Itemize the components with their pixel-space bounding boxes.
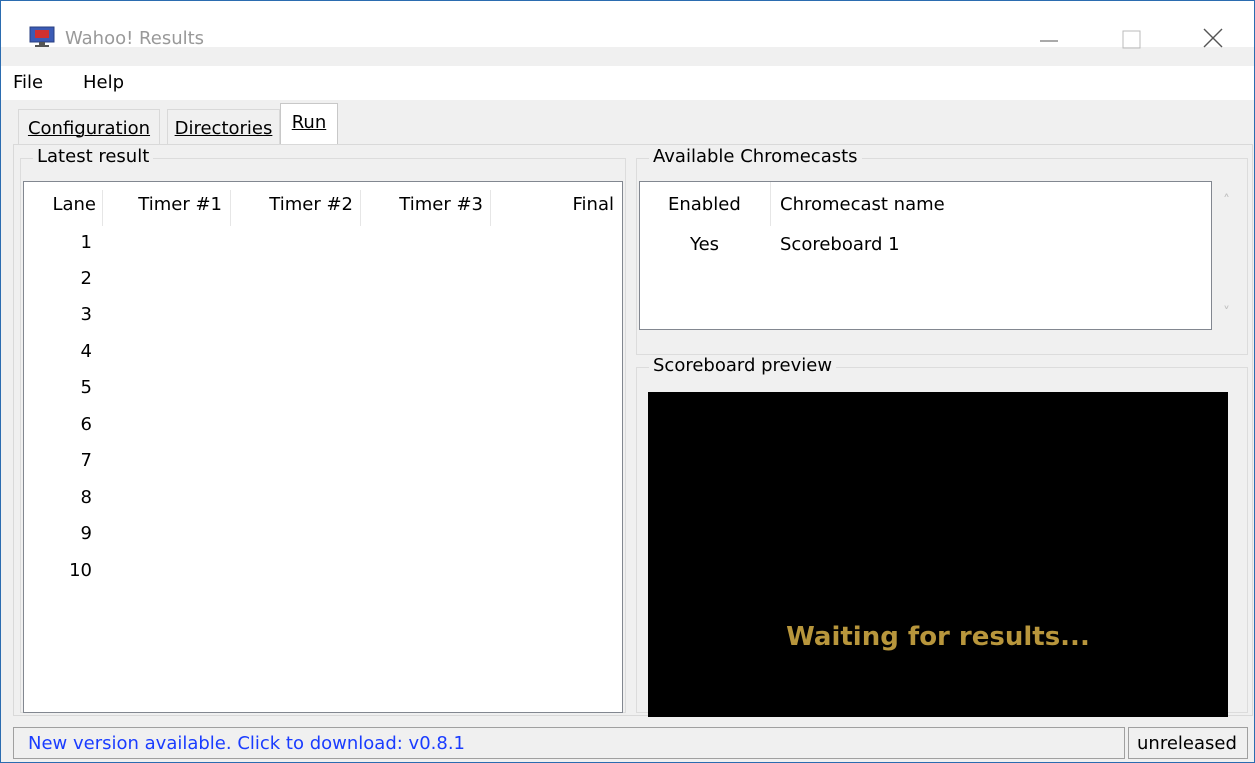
tab-configuration-label: Configuration <box>27 118 151 139</box>
chromecast-list[interactable]: Enabled Chromecast name Yes Scoreboard 1 <box>639 181 1212 330</box>
version-status: unreleased <box>1128 727 1248 759</box>
results-table[interactable]: Lane Timer #1 Timer #2 Timer #3 Final 1 … <box>23 181 623 713</box>
tab-configuration[interactable]: Configuration <box>18 109 160 144</box>
column-header-lane[interactable]: Lane <box>34 194 96 215</box>
run-tab-panel: Latest result Lane Timer #1 Timer #2 Tim… <box>13 144 1253 717</box>
chromecasts-group: Available Chromecasts Enabled Chromecast… <box>636 146 1248 355</box>
lane-cell: 3 <box>80 304 92 325</box>
lane-cell: 8 <box>80 487 92 508</box>
status-bar: New version available. Click to download… <box>13 727 1125 759</box>
close-icon[interactable] <box>1184 15 1244 55</box>
latest-result-title: Latest result <box>33 146 154 167</box>
scoreboard-preview-group: Scoreboard preview Waiting for results..… <box>636 355 1248 717</box>
app-window: Wahoo! Results File Help Configuration D… <box>0 0 1255 763</box>
app-icon <box>29 26 55 47</box>
scroll-up-icon[interactable]: ˄ <box>1223 193 1230 209</box>
column-header-chromecast-name[interactable]: Chromecast name <box>780 194 945 215</box>
tab-directories-label: Directories <box>174 118 273 139</box>
lane-cell: 2 <box>80 268 92 289</box>
lane-cell: 6 <box>80 414 92 435</box>
waiting-message: Waiting for results... <box>786 622 1090 652</box>
scroll-down-icon[interactable]: ˅ <box>1223 305 1230 321</box>
tab-run[interactable]: Run <box>280 103 338 146</box>
lane-cell: 1 <box>80 232 92 253</box>
title-bar[interactable]: Wahoo! Results <box>1 1 1254 49</box>
column-divider[interactable] <box>490 190 491 226</box>
column-divider[interactable] <box>102 190 103 226</box>
scoreboard-preview: Waiting for results... <box>648 392 1228 717</box>
menu-bar: File Help <box>1 66 1254 100</box>
column-header-timer1[interactable]: Timer #1 <box>112 194 222 215</box>
lane-cell: 4 <box>80 341 92 362</box>
column-header-final[interactable]: Final <box>500 194 614 215</box>
column-divider[interactable] <box>360 190 361 226</box>
chromecast-enabled-cell[interactable]: Yes <box>690 234 719 255</box>
minimize-icon[interactable] <box>1018 15 1078 55</box>
column-header-timer3[interactable]: Timer #3 <box>370 194 483 215</box>
column-header-enabled[interactable]: Enabled <box>668 194 741 215</box>
column-divider[interactable] <box>770 182 771 226</box>
version-label: unreleased <box>1137 733 1237 754</box>
menu-help[interactable]: Help <box>83 72 124 93</box>
update-link[interactable]: New version available. Click to download… <box>28 733 465 754</box>
scoreboard-preview-title: Scoreboard preview <box>649 355 837 376</box>
column-divider[interactable] <box>230 190 231 226</box>
menu-file[interactable]: File <box>13 72 43 93</box>
maximize-icon[interactable] <box>1101 15 1161 55</box>
column-header-timer2[interactable]: Timer #2 <box>240 194 353 215</box>
lane-cell: 5 <box>80 377 92 398</box>
chromecasts-title: Available Chromecasts <box>649 146 862 167</box>
chromecast-name-cell[interactable]: Scoreboard 1 <box>780 234 900 255</box>
tab-directories[interactable]: Directories <box>167 109 280 144</box>
lane-cell: 9 <box>80 523 92 544</box>
lane-cell: 7 <box>80 450 92 471</box>
lane-cell: 10 <box>69 560 92 581</box>
latest-result-group: Latest result Lane Timer #1 Timer #2 Tim… <box>20 146 626 713</box>
tab-run-label: Run <box>291 112 327 133</box>
window-title: Wahoo! Results <box>65 28 205 49</box>
